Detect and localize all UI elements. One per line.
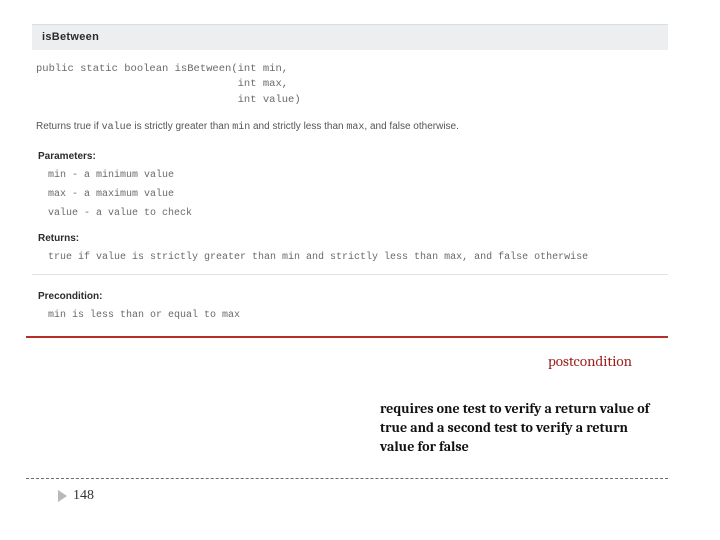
page-marker: 148 (58, 488, 94, 504)
desc-code-min: min (232, 122, 250, 133)
returns-block: Returns: true if value is strictly great… (32, 223, 668, 268)
desc-text: Returns true if (36, 121, 102, 132)
returns-label: Returns: (38, 231, 662, 246)
divider (32, 274, 668, 275)
slide: isBetween public static boolean isBetwee… (0, 0, 720, 540)
method-signature: public static boolean isBetween(int min,… (36, 62, 664, 109)
returns-text: true if value is strictly greater than m… (38, 246, 662, 266)
parameters-label: Parameters: (38, 149, 662, 164)
method-description: Returns true if value is strictly greate… (32, 113, 668, 141)
desc-code-value: value (102, 122, 132, 133)
param-value: value - a value to check (38, 202, 662, 221)
arrow-icon (58, 490, 67, 502)
dashed-rule (26, 478, 668, 479)
postcondition-label: postcondition (548, 352, 632, 370)
precondition-label: Precondition: (38, 289, 662, 304)
desc-text: and strictly less than (250, 121, 346, 132)
param-max: max - a maximum value (38, 183, 662, 202)
desc-text: , and false otherwise. (364, 121, 459, 132)
param-min: min - a minimum value (38, 164, 662, 183)
desc-code-max: max (346, 122, 364, 133)
precondition-text: min is less than or equal to max (38, 304, 662, 324)
precondition-block: Precondition: min is less than or equal … (32, 281, 668, 326)
method-header: isBetween (32, 24, 668, 50)
javadoc-panel: isBetween public static boolean isBetwee… (32, 24, 668, 326)
parameters-block: Parameters: min - a minimum value max - … (32, 141, 668, 223)
desc-text: is strictly greater than (132, 121, 233, 132)
page-number: 148 (73, 488, 94, 504)
postcondition-note: requires one test to verify a return val… (380, 400, 658, 457)
accent-rule (26, 336, 668, 338)
